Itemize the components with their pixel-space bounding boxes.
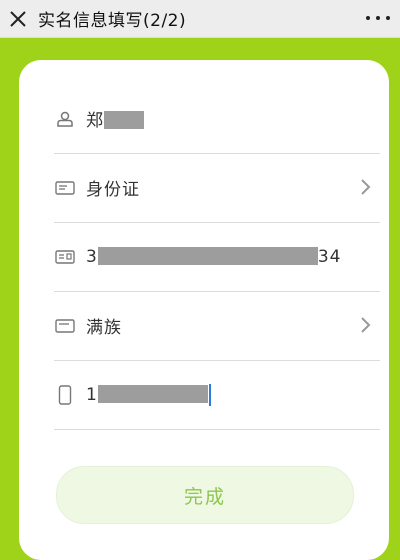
- phone-icon: [54, 384, 76, 406]
- title-bar: 实名信息填写(2/2): [0, 0, 400, 38]
- more-options-button[interactable]: [366, 8, 390, 28]
- phone-field[interactable]: 1: [54, 360, 380, 430]
- id-number-value: 3 34: [86, 246, 342, 267]
- name-value: 郑: [86, 106, 144, 131]
- page-title: 实名信息填写(2/2): [38, 11, 187, 31]
- id-number-prefix: 3: [86, 246, 98, 267]
- id-type-value: 身份证: [86, 180, 140, 200]
- id-card-icon: [54, 177, 76, 199]
- chevron-right-icon: [361, 317, 371, 333]
- ethnicity-icon: [54, 315, 76, 337]
- name-field[interactable]: 郑: [54, 84, 380, 154]
- name-value-prefix: 郑: [86, 111, 104, 131]
- submit-button[interactable]: 完成: [56, 466, 354, 524]
- redaction-mask: [97, 246, 318, 265]
- chevron-right-icon: [361, 179, 371, 195]
- redaction-mask: [97, 384, 208, 403]
- form-card: 郑 身份证 3 34 满族 1 完成: [19, 60, 389, 560]
- more-dot-icon: [386, 16, 390, 20]
- phone-value: 1: [86, 383, 211, 406]
- id-number-field[interactable]: 3 34: [54, 222, 380, 292]
- id-number-suffix: 34: [317, 246, 342, 267]
- close-button[interactable]: [0, 0, 36, 37]
- more-dot-icon: [366, 16, 370, 20]
- text-cursor: [208, 383, 211, 406]
- ethnicity-select[interactable]: 满族: [54, 291, 380, 361]
- phone-value-prefix: 1: [86, 384, 98, 405]
- ethnicity-value: 满族: [86, 318, 122, 338]
- user-icon: [54, 108, 76, 130]
- more-dot-icon: [376, 16, 380, 20]
- close-icon: [10, 10, 26, 27]
- id-number-icon: [54, 246, 76, 268]
- id-type-select[interactable]: 身份证: [54, 153, 380, 223]
- redaction-mask: [104, 111, 144, 129]
